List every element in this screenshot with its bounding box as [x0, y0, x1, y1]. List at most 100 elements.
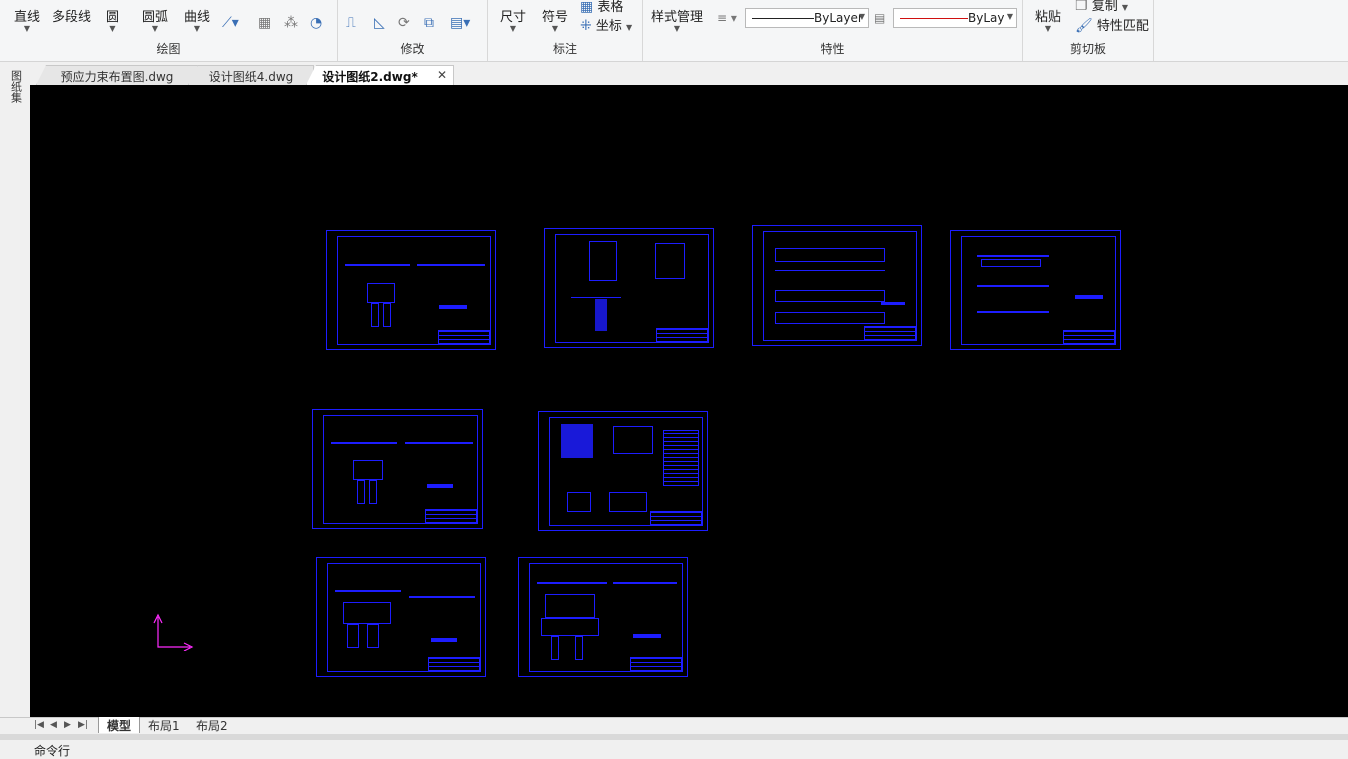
rotate-icon[interactable]: ⟳ [398, 16, 410, 30]
polyline-label: 多段线 [52, 10, 92, 25]
tab-design-drawing-4[interactable]: 设计图纸4.dwg [188, 65, 314, 85]
drawing-sheet[interactable] [950, 230, 1121, 350]
dim-line [571, 297, 621, 298]
region-icon[interactable]: ⁂ [284, 16, 298, 30]
circle-label: 圆 [106, 10, 120, 25]
style-manager-button[interactable]: 样式管理 ▼ [651, 6, 703, 33]
pier-block [541, 618, 599, 636]
scale-icon[interactable]: ◺ [374, 16, 385, 30]
close-icon[interactable]: ✕ [437, 68, 447, 82]
circle-button[interactable]: 圆 ▼ [106, 6, 119, 33]
pier-block [575, 636, 583, 660]
chevron-down-icon: ▼ [673, 24, 681, 33]
linetype-icon[interactable]: ≡ ▾ [717, 11, 737, 25]
modify-panel: ⎍ ◺ ⟳ ⧉ ▤▾ 修改 [338, 0, 488, 61]
drawing-canvas[interactable] [30, 85, 1348, 717]
stretch-icon[interactable]: ⎍ [346, 16, 356, 30]
last-tab-icon[interactable]: ▶| [78, 720, 88, 730]
tab-label: 预应力束布置图.dwg [60, 70, 174, 84]
tab-label: 设计图纸2.dwg* [322, 70, 418, 84]
array-icon[interactable]: ⧉ [424, 16, 434, 30]
prev-tab-icon[interactable]: ◀ [50, 720, 57, 730]
curve-button[interactable]: 曲线 ▼ [184, 6, 210, 33]
rebar-detail [609, 492, 647, 512]
deck-line [409, 596, 475, 598]
annotate-panel-title: 标注 [552, 42, 577, 56]
title-block [864, 326, 916, 340]
linetype-dropdown[interactable]: ByLayer ▼ [745, 8, 869, 28]
lineweight-dropdown[interactable]: ByLayer ▼ [893, 8, 1017, 28]
title-block [630, 657, 682, 671]
curve-label: 曲线 [184, 10, 211, 25]
title-block [438, 330, 490, 344]
drawing-sheet[interactable] [316, 557, 486, 677]
pier-block [383, 303, 391, 327]
deck-line [417, 264, 485, 266]
hatch-icon[interactable]: ▦ [258, 16, 271, 30]
pier-block [343, 602, 391, 624]
first-tab-icon[interactable]: |◀ [34, 720, 44, 730]
rebar-table [663, 430, 699, 486]
rebar-detail [613, 426, 653, 454]
chevron-down-icon: ▼ [109, 24, 116, 33]
edit-icon[interactable]: ▤▾ [450, 16, 470, 30]
boundary-icon[interactable]: ◔ [310, 16, 322, 30]
match-properties-button[interactable]: 🖌 特性匹配 [1075, 15, 1149, 34]
sheet-border [337, 236, 491, 345]
drawing-sheet[interactable] [312, 409, 483, 529]
properties-panel: 样式管理 ▼ ≡ ▾ ByLayer ▼ ▤ ByLayer ▼ 特性 [643, 0, 1023, 61]
tab-layout-1[interactable]: 布局1 [140, 717, 188, 733]
arc-button[interactable]: 圆弧 ▼ [142, 6, 168, 33]
pier-block [347, 624, 359, 648]
section-view [589, 241, 617, 281]
drawing-sheet[interactable] [544, 228, 714, 348]
deck-line [977, 255, 1049, 257]
rebar-detail [561, 424, 593, 458]
note-text [431, 638, 457, 642]
coordinate-button[interactable]: ⁜ 坐标 ▼ [580, 15, 632, 34]
drawing-sheet[interactable] [538, 411, 708, 531]
symbol-label: 符号 [542, 10, 569, 25]
pier-block [369, 480, 377, 504]
tab-layout-2[interactable]: 布局2 [188, 717, 238, 733]
rebar-detail [567, 492, 591, 512]
tab-model[interactable]: 模型 [98, 717, 140, 733]
section-view [981, 259, 1041, 267]
left-side-strip [0, 62, 30, 718]
pier-block [371, 303, 379, 327]
drawing-sheet[interactable] [326, 230, 496, 350]
drawing-sheet[interactable] [518, 557, 688, 677]
pier-block [357, 480, 365, 504]
table-icon: ▦ [580, 0, 594, 15]
rebar-line [595, 299, 607, 331]
lineweight-icon[interactable]: ▤ [874, 11, 885, 25]
tab-label: 设计图纸4.dwg [208, 70, 294, 84]
draw-panel-title: 绘图 [156, 42, 181, 56]
sheet-set-button[interactable]: 图纸集 [9, 70, 23, 114]
command-line[interactable]: 命令行 [0, 740, 1348, 758]
copy-button[interactable]: ❐ 复制 ▼ [1075, 0, 1128, 14]
deck-line [345, 264, 410, 266]
clipboard-panel-title: 剪切板 [1069, 42, 1106, 56]
line-label: 直线 [14, 10, 41, 25]
polyline-button[interactable]: 多段线 [52, 6, 91, 25]
clipboard-panel: 粘贴 ▼ ❐ 复制 ▼ 🖌 特性匹配 剪切板 [1023, 0, 1154, 61]
modify-panel-title: 修改 [400, 42, 425, 56]
command-line-label: 命令行 [34, 744, 71, 758]
paste-button[interactable]: 粘贴 ▼ [1035, 6, 1061, 33]
next-tab-icon[interactable]: ▶ [64, 720, 71, 730]
copy-label: 复制 [1091, 0, 1118, 14]
symbol-button[interactable]: 符号 ▼ [542, 6, 568, 33]
line-button[interactable]: 直线 ▼ [14, 6, 40, 33]
tab-label: 模型 [107, 719, 132, 733]
chevron-down-icon: ▼ [626, 23, 633, 32]
tab-prestress-drawing[interactable]: 预应力束布置图.dwg [36, 65, 198, 85]
plan-view [775, 290, 885, 302]
pier-block [353, 460, 383, 480]
dimension-button[interactable]: 尺寸 ▼ [500, 6, 526, 33]
construction-line-icon[interactable]: ⟋▾ [222, 16, 239, 30]
drawing-sheet[interactable] [752, 225, 922, 346]
tab-design-drawing-2[interactable]: 设计图纸2.dwg* ✕ [306, 65, 454, 85]
title-block [1063, 330, 1115, 344]
table-button[interactable]: ▦ 表格 [580, 0, 623, 15]
